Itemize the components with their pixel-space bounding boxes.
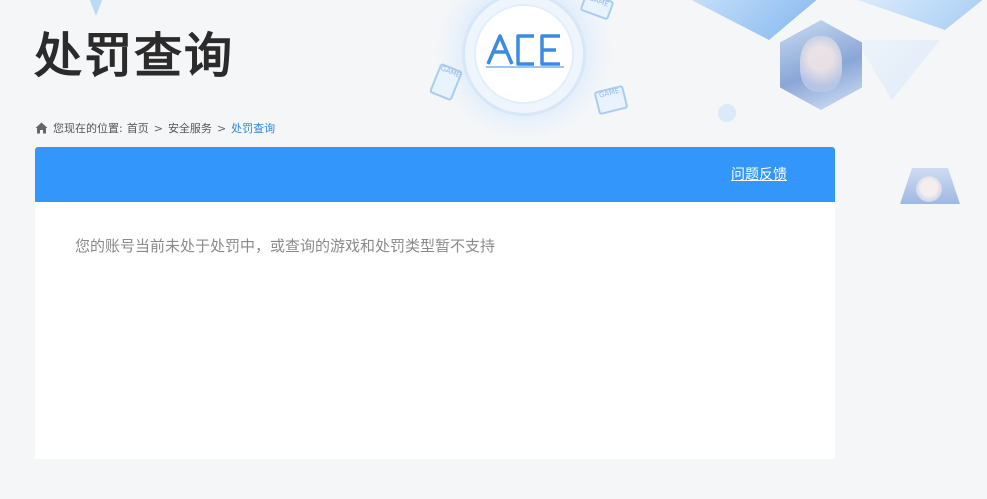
- breadcrumb-separator: >: [216, 121, 227, 135]
- character-portrait-image: [780, 20, 862, 110]
- panel-header: 问题反馈: [35, 147, 835, 202]
- decor-triangle: [78, 0, 114, 16]
- game-tag-icon: GAME: [579, 0, 615, 21]
- result-panel: 问题反馈 您的账号当前未处于处罚中，或查询的游戏和处罚类型暂不支持: [35, 147, 835, 459]
- breadcrumb-link-home[interactable]: 首页: [127, 120, 149, 136]
- decor-glow: [436, 0, 612, 140]
- game-tag-label: GAME: [439, 64, 462, 80]
- character-face-image: [800, 36, 842, 92]
- game-tag-label: GAME: [598, 86, 621, 100]
- breadcrumb-current: 处罚查询: [231, 122, 276, 135]
- game-tag-icon: GAME: [593, 84, 629, 116]
- game-tag-label: GAME: [587, 0, 610, 9]
- panel-body: 您的账号当前未处于处罚中，或查询的游戏和处罚类型暂不支持: [35, 202, 835, 290]
- game-tag-icon: GAME: [428, 62, 464, 102]
- breadcrumb-link-security-services[interactable]: 安全服务: [168, 120, 212, 136]
- breadcrumb-prefix: 您现在的位置:: [53, 122, 123, 135]
- decor-triangle: [856, 40, 940, 100]
- decor-ring: [462, 0, 586, 116]
- character-portrait-image: [900, 168, 960, 204]
- character-face-image: [916, 176, 942, 202]
- breadcrumb: 您现在的位置: 首页 > 安全服务 > 处罚查询: [35, 120, 275, 136]
- decor-triangle: [840, 0, 987, 30]
- page-title: 处罚查询: [34, 28, 235, 84]
- ace-logo-icon: [484, 30, 566, 74]
- decor-ring: [474, 4, 574, 104]
- home-icon: [35, 122, 48, 134]
- breadcrumb-separator: >: [153, 121, 163, 135]
- decor-bubble: [718, 104, 736, 122]
- page: GAME GAME GAME 处罚查询 您现在的位置: 首页 > 安全服务 > …: [0, 0, 987, 499]
- decor-triangle: [676, 0, 826, 40]
- feedback-link[interactable]: 问题反馈: [731, 166, 787, 184]
- status-message: 您的账号当前未处于处罚中，或查询的游戏和处罚类型暂不支持: [75, 237, 496, 255]
